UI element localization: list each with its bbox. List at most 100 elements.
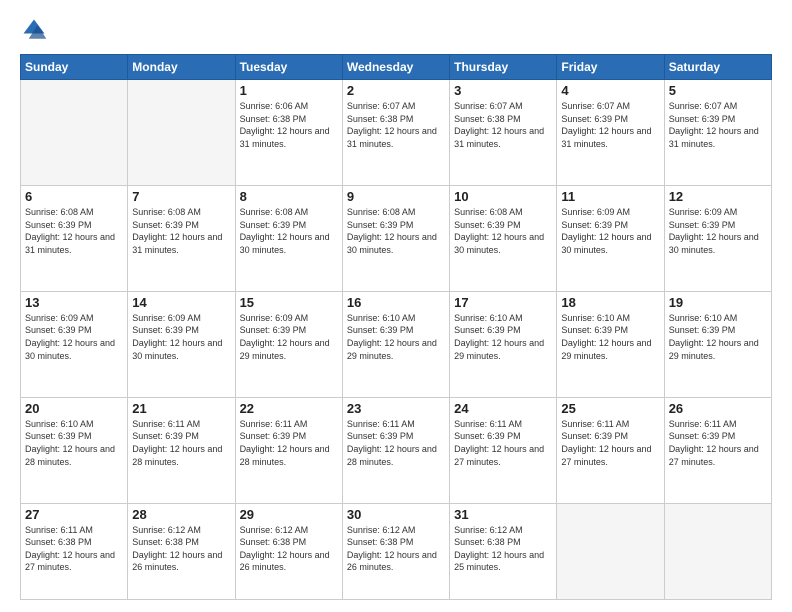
day-info: Sunrise: 6:11 AM Sunset: 6:39 PM Dayligh… [347,418,445,468]
day-cell: 21 Sunrise: 6:11 AM Sunset: 6:39 PM Dayli… [128,397,235,503]
day-number: 25 [561,401,659,416]
day-number: 24 [454,401,552,416]
day-info: Sunrise: 6:12 AM Sunset: 6:38 PM Dayligh… [347,524,445,574]
day-number: 17 [454,295,552,310]
day-info: Sunrise: 6:09 AM Sunset: 6:39 PM Dayligh… [240,312,338,362]
day-cell: 6 Sunrise: 6:08 AM Sunset: 6:39 PM Daylig… [21,185,128,291]
day-number: 4 [561,83,659,98]
day-cell: 15 Sunrise: 6:09 AM Sunset: 6:39 PM Dayli… [235,291,342,397]
day-number: 30 [347,507,445,522]
day-number: 15 [240,295,338,310]
day-cell: 26 Sunrise: 6:11 AM Sunset: 6:39 PM Dayli… [664,397,771,503]
day-number: 20 [25,401,123,416]
day-info: Sunrise: 6:07 AM Sunset: 6:38 PM Dayligh… [347,100,445,150]
day-cell: 28 Sunrise: 6:12 AM Sunset: 6:38 PM Dayli… [128,503,235,599]
day-cell [21,80,128,186]
day-info: Sunrise: 6:12 AM Sunset: 6:38 PM Dayligh… [132,524,230,574]
weekday-header-wednesday: Wednesday [342,55,449,80]
header [20,16,772,44]
day-info: Sunrise: 6:11 AM Sunset: 6:39 PM Dayligh… [454,418,552,468]
day-info: Sunrise: 6:09 AM Sunset: 6:39 PM Dayligh… [25,312,123,362]
day-info: Sunrise: 6:08 AM Sunset: 6:39 PM Dayligh… [347,206,445,256]
day-cell: 30 Sunrise: 6:12 AM Sunset: 6:38 PM Dayli… [342,503,449,599]
weekday-header-monday: Monday [128,55,235,80]
day-number: 16 [347,295,445,310]
day-cell: 23 Sunrise: 6:11 AM Sunset: 6:39 PM Dayli… [342,397,449,503]
day-number: 2 [347,83,445,98]
day-cell: 18Sunrise: 6:10 AM Sunset: 6:39 PM Dayli… [557,291,664,397]
day-number: 28 [132,507,230,522]
day-info: Sunrise: 6:11 AM Sunset: 6:39 PM Dayligh… [561,418,659,468]
day-cell: 12Sunrise: 6:09 AM Sunset: 6:39 PM Dayli… [664,185,771,291]
day-cell: 25 Sunrise: 6:11 AM Sunset: 6:39 PM Dayli… [557,397,664,503]
weekday-header-tuesday: Tuesday [235,55,342,80]
day-cell: 17Sunrise: 6:10 AM Sunset: 6:39 PM Dayli… [450,291,557,397]
page: SundayMondayTuesdayWednesdayThursdayFrid… [0,0,792,612]
day-info: Sunrise: 6:11 AM Sunset: 6:39 PM Dayligh… [132,418,230,468]
day-info: Sunrise: 6:07 AM Sunset: 6:38 PM Dayligh… [454,100,552,150]
day-cell: 22Sunrise: 6:11 AM Sunset: 6:39 PM Dayli… [235,397,342,503]
day-cell: 11 Sunrise: 6:09 AM Sunset: 6:39 PM Dayli… [557,185,664,291]
day-info: Sunrise: 6:09 AM Sunset: 6:39 PM Dayligh… [132,312,230,362]
day-number: 19 [669,295,767,310]
day-number: 9 [347,189,445,204]
day-number: 29 [240,507,338,522]
day-cell: 1 Sunrise: 6:06 AM Sunset: 6:38 PM Daylig… [235,80,342,186]
weekday-header-sunday: Sunday [21,55,128,80]
day-info: Sunrise: 6:10 AM Sunset: 6:39 PM Dayligh… [25,418,123,468]
day-info: Sunrise: 6:12 AM Sunset: 6:38 PM Dayligh… [454,524,552,574]
day-cell: 4Sunrise: 6:07 AM Sunset: 6:39 PM Daylig… [557,80,664,186]
day-cell: 20 Sunrise: 6:10 AM Sunset: 6:39 PM Dayli… [21,397,128,503]
day-cell [557,503,664,599]
day-cell: 24 Sunrise: 6:11 AM Sunset: 6:39 PM Dayli… [450,397,557,503]
day-cell: 13 Sunrise: 6:09 AM Sunset: 6:39 PM Dayli… [21,291,128,397]
day-info: Sunrise: 6:08 AM Sunset: 6:39 PM Dayligh… [25,206,123,256]
calendar-table: SundayMondayTuesdayWednesdayThursdayFrid… [20,54,772,600]
day-cell: 8Sunrise: 6:08 AM Sunset: 6:39 PM Daylig… [235,185,342,291]
day-cell: 16 Sunrise: 6:10 AM Sunset: 6:39 PM Dayli… [342,291,449,397]
day-number: 22 [240,401,338,416]
day-cell [128,80,235,186]
day-number: 11 [561,189,659,204]
day-cell: 29Sunrise: 6:12 AM Sunset: 6:38 PM Dayli… [235,503,342,599]
day-cell: 5Sunrise: 6:07 AM Sunset: 6:39 PM Daylig… [664,80,771,186]
day-number: 7 [132,189,230,204]
day-number: 31 [454,507,552,522]
day-number: 10 [454,189,552,204]
day-info: Sunrise: 6:10 AM Sunset: 6:39 PM Dayligh… [561,312,659,362]
day-cell: 27Sunrise: 6:11 AM Sunset: 6:38 PM Dayli… [21,503,128,599]
day-number: 6 [25,189,123,204]
day-info: Sunrise: 6:06 AM Sunset: 6:38 PM Dayligh… [240,100,338,150]
logo [20,16,52,44]
day-number: 3 [454,83,552,98]
day-info: Sunrise: 6:11 AM Sunset: 6:39 PM Dayligh… [669,418,767,468]
day-cell: 31 Sunrise: 6:12 AM Sunset: 6:38 PM Dayli… [450,503,557,599]
day-number: 14 [132,295,230,310]
day-info: Sunrise: 6:09 AM Sunset: 6:39 PM Dayligh… [561,206,659,256]
day-cell: 10 Sunrise: 6:08 AM Sunset: 6:39 PM Dayli… [450,185,557,291]
day-cell: 2 Sunrise: 6:07 AM Sunset: 6:38 PM Daylig… [342,80,449,186]
day-number: 21 [132,401,230,416]
day-cell [664,503,771,599]
weekday-header-friday: Friday [557,55,664,80]
week-row-1: 6 Sunrise: 6:08 AM Sunset: 6:39 PM Daylig… [21,185,772,291]
day-info: Sunrise: 6:07 AM Sunset: 6:39 PM Dayligh… [669,100,767,150]
day-cell: 9 Sunrise: 6:08 AM Sunset: 6:39 PM Daylig… [342,185,449,291]
day-number: 27 [25,507,123,522]
weekday-header-saturday: Saturday [664,55,771,80]
day-number: 13 [25,295,123,310]
weekday-header-thursday: Thursday [450,55,557,80]
day-number: 23 [347,401,445,416]
day-cell: 3 Sunrise: 6:07 AM Sunset: 6:38 PM Daylig… [450,80,557,186]
week-row-0: 1 Sunrise: 6:06 AM Sunset: 6:38 PM Daylig… [21,80,772,186]
day-number: 1 [240,83,338,98]
day-info: Sunrise: 6:09 AM Sunset: 6:39 PM Dayligh… [669,206,767,256]
day-cell: 7Sunrise: 6:08 AM Sunset: 6:39 PM Daylig… [128,185,235,291]
day-info: Sunrise: 6:10 AM Sunset: 6:39 PM Dayligh… [669,312,767,362]
day-number: 26 [669,401,767,416]
day-number: 8 [240,189,338,204]
day-info: Sunrise: 6:08 AM Sunset: 6:39 PM Dayligh… [454,206,552,256]
generalblue-icon [20,16,48,44]
week-row-4: 27Sunrise: 6:11 AM Sunset: 6:38 PM Dayli… [21,503,772,599]
day-info: Sunrise: 6:10 AM Sunset: 6:39 PM Dayligh… [347,312,445,362]
